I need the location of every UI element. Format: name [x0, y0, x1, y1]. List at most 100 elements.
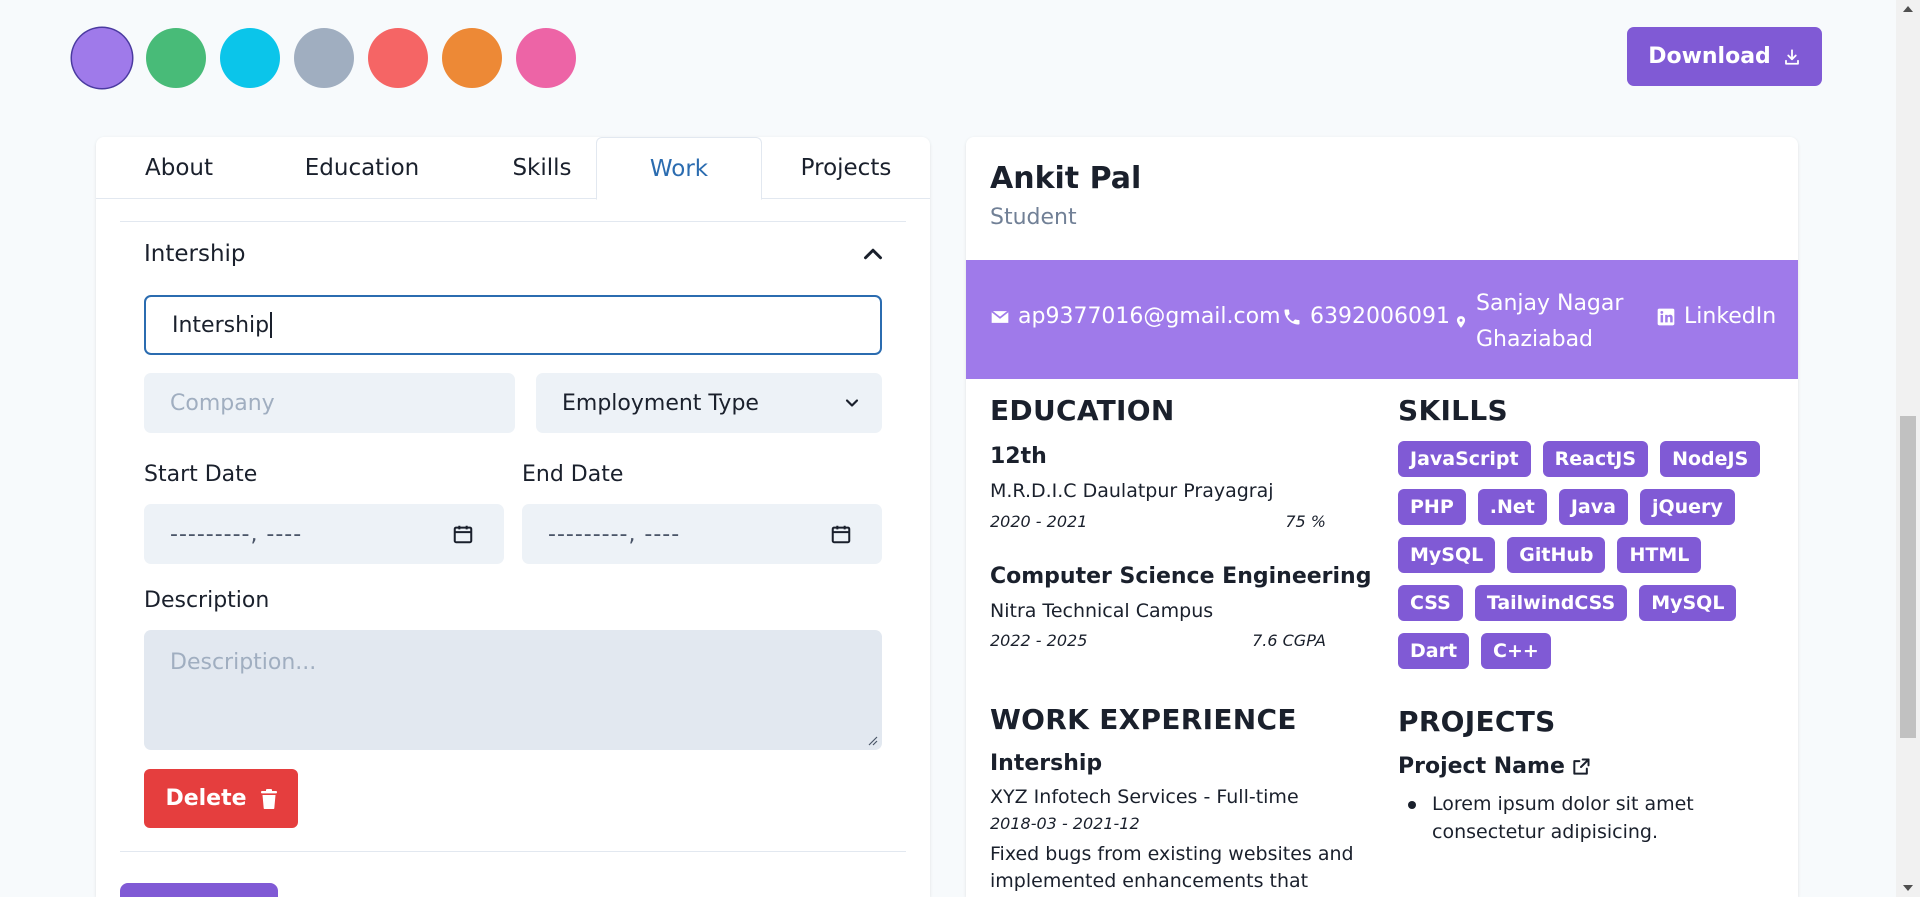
start-date-value: ---------, ---- — [170, 521, 303, 547]
trash-icon — [260, 788, 277, 809]
skills-list: JavaScript ReactJS NodeJS PHP .Net Java jQuery… — [1398, 441, 1778, 669]
tab-education[interactable]: Education — [262, 137, 462, 199]
skill-chip: MySQL — [1398, 537, 1496, 573]
delete-button[interactable]: Delete — [144, 769, 298, 828]
location-text: Sanjay Nagar Ghaziabad — [1476, 286, 1623, 358]
work-heading: WORK EXPERIENCE — [990, 703, 1297, 736]
skill-chip: MySQL — [1639, 585, 1737, 621]
divider — [120, 221, 906, 222]
location-line1: Sanjay Nagar — [1476, 291, 1624, 316]
skill-chip: NodeJS — [1660, 441, 1761, 477]
theme-color-swatch[interactable] — [220, 28, 280, 88]
calendar-icon[interactable] — [452, 523, 474, 545]
education-institution: Nitra Technical Campus — [990, 600, 1214, 622]
theme-color-swatch[interactable] — [146, 28, 206, 88]
phone-icon — [1284, 309, 1300, 324]
phone-text: 6392006091 — [1310, 304, 1450, 329]
company-input[interactable]: Company — [144, 373, 515, 433]
description-textarea[interactable]: Description... — [144, 630, 882, 750]
theme-color-swatch[interactable] — [72, 28, 132, 88]
project-bullet: Lorem ipsum dolor sit amet consectetur a… — [1408, 790, 1768, 846]
description-label: Description — [144, 588, 270, 613]
employment-type-select[interactable]: Employment Type — [536, 373, 882, 433]
work-dates: 2018-03 - 2021-12 — [990, 814, 1140, 833]
education-meta: 2022 - 2025 7.6 CGPA — [990, 631, 1326, 650]
theme-color-picker — [72, 28, 576, 88]
project-link[interactable]: Project Name — [1398, 754, 1591, 779]
editor-panel: About Education Skills Work Projects Int… — [96, 137, 930, 897]
skill-chip: .Net — [1477, 489, 1547, 525]
end-date-label: End Date — [522, 462, 624, 487]
linkedin-icon — [1657, 308, 1675, 325]
resume-role: Student — [990, 205, 1077, 230]
skill-chip: jQuery — [1639, 489, 1735, 525]
tab-work[interactable]: Work — [596, 137, 762, 200]
chevron-up-icon[interactable] — [858, 239, 888, 269]
skill-chip: CSS — [1398, 585, 1463, 621]
divider — [120, 851, 906, 852]
contact-linkedin[interactable]: LinkedIn — [1656, 304, 1776, 329]
skill-chip: GitHub — [1507, 537, 1606, 573]
contact-location: Sanjay Nagar Ghaziabad — [1454, 286, 1623, 358]
end-date-value: ---------, ---- — [548, 521, 681, 547]
scroll-down-arrow-icon[interactable] — [1903, 885, 1913, 891]
education-heading: EDUCATION — [990, 394, 1175, 427]
theme-color-swatch[interactable] — [516, 28, 576, 88]
education-meta: 2020 - 2021 75 % — [990, 512, 1326, 531]
accordion-title[interactable]: Intership — [144, 241, 246, 267]
theme-color-swatch[interactable] — [368, 28, 428, 88]
skill-chip: ReactJS — [1542, 441, 1649, 477]
company-placeholder: Company — [170, 390, 275, 416]
description-placeholder: Description... — [170, 650, 317, 675]
chevron-down-icon — [845, 399, 859, 407]
resume-name: Ankit Pal — [990, 161, 1142, 196]
skill-chip: Java — [1558, 489, 1628, 525]
tab-about[interactable]: About — [96, 137, 262, 199]
contact-band: ap9377016@gmail.com 6392006091 Sanjay Na… — [966, 260, 1798, 379]
tab-projects[interactable]: Projects — [762, 137, 930, 199]
mail-icon — [991, 310, 1009, 323]
page-scrollbar[interactable] — [1896, 0, 1920, 897]
project-name: Project Name — [1398, 754, 1565, 779]
skills-heading: SKILLS — [1398, 394, 1508, 427]
work-title: Intership — [990, 751, 1103, 776]
download-button[interactable]: Download — [1627, 27, 1822, 86]
education-degree: Computer Science Engineering — [990, 564, 1372, 589]
theme-color-swatch[interactable] — [442, 28, 502, 88]
education-years: 2022 - 2025 — [990, 631, 1088, 650]
start-date-input[interactable]: ---------, ---- — [144, 504, 504, 564]
contact-phone[interactable]: 6392006091 — [1282, 304, 1450, 329]
delete-label: Delete — [165, 786, 247, 811]
project-bullet-text: Lorem ipsum dolor sit amet consectetur a… — [1432, 793, 1694, 843]
education-degree: 12th — [990, 444, 1047, 469]
calendar-icon[interactable] — [830, 523, 852, 545]
education-grade: 7.6 CGPA — [1252, 631, 1326, 650]
skill-chip: PHP — [1398, 489, 1466, 525]
skill-chip: Dart — [1398, 633, 1470, 669]
download-label: Download — [1648, 44, 1771, 69]
tab-bar: About Education Skills Work Projects — [96, 137, 930, 200]
work-title-value: Intership — [172, 312, 270, 338]
linkedin-text: LinkedIn — [1684, 304, 1777, 329]
work-title-input[interactable]: Intership — [144, 295, 882, 355]
education-years: 2020 - 2021 — [990, 512, 1088, 531]
skill-chip: JavaScript — [1398, 441, 1531, 477]
scrollbar-thumb[interactable] — [1900, 416, 1916, 738]
start-date-label: Start Date — [144, 462, 258, 487]
theme-color-swatch[interactable] — [294, 28, 354, 88]
email-text: ap9377016@gmail.com — [1018, 304, 1281, 329]
add-work-button[interactable] — [120, 883, 278, 897]
location-line2: Ghaziabad — [1476, 327, 1594, 352]
text-cursor — [270, 312, 272, 338]
download-icon — [1784, 48, 1799, 65]
projects-heading: PROJECTS — [1398, 705, 1556, 738]
scroll-up-arrow-icon[interactable] — [1903, 6, 1913, 12]
work-company: XYZ Infotech Services - Full-time — [990, 786, 1299, 808]
skill-chip: HTML — [1617, 537, 1702, 573]
contact-email[interactable]: ap9377016@gmail.com — [990, 304, 1281, 329]
education-grade: 75 % — [1285, 512, 1326, 531]
work-description: Fixed bugs from existing websites and im… — [990, 843, 1354, 892]
end-date-input[interactable]: ---------, ---- — [522, 504, 882, 564]
skill-chip: TailwindCSS — [1474, 585, 1628, 621]
resize-handle-icon[interactable] — [866, 734, 878, 746]
